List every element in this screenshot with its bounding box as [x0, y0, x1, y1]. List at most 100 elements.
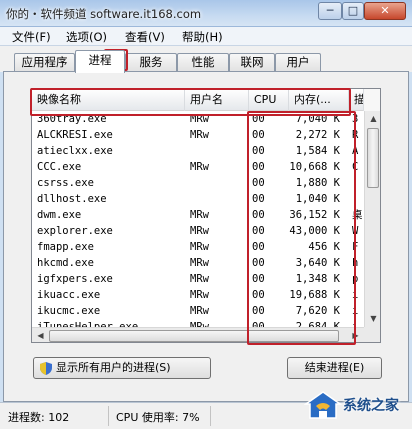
scroll-up-icon[interactable]: ▲ — [365, 111, 380, 127]
table-row[interactable]: atieclxx.exe 00 1,584 K A — [32, 143, 364, 159]
table-row[interactable]: igfxpers.exe MRw 00 1,348 K p — [32, 271, 364, 287]
tab-performance[interactable]: 性能 — [177, 53, 229, 72]
process-cpu: 00 — [252, 193, 265, 205]
process-name: igfxpers.exe — [37, 273, 113, 285]
process-name: ALCKRESI.exe — [37, 129, 113, 141]
process-memory: 19,688 K — [289, 289, 340, 301]
table-row[interactable]: explorer.exe MRw 00 43,000 K W — [32, 223, 364, 239]
table-row[interactable]: ALCKRESI.exe MRw 00 2,272 K R — [32, 127, 364, 143]
process-user: MRw — [190, 113, 209, 125]
tab-processes[interactable]: 进程 — [75, 50, 125, 73]
table-row[interactable]: ikucmc.exe MRw 00 7,620 K i — [32, 303, 364, 319]
process-memory: 43,000 K — [289, 225, 340, 237]
process-cpu: 00 — [252, 177, 265, 189]
menu-options[interactable]: 选项(O) — [66, 29, 107, 45]
process-user: MRw — [190, 241, 209, 253]
process-description: h — [352, 257, 359, 269]
process-memory: 7,040 K — [295, 113, 340, 125]
process-memory: 456 K — [308, 241, 340, 253]
menu-file[interactable]: 文件(F) — [12, 29, 51, 45]
vertical-scroll-thumb[interactable] — [367, 128, 379, 188]
tab-networking[interactable]: 联网 — [229, 53, 275, 72]
tab-applications[interactable]: 应用程序 — [14, 53, 75, 72]
table-row[interactable]: ikuacc.exe MRw 00 19,688 K i — [32, 287, 364, 303]
process-cpu: 00 — [252, 129, 265, 141]
process-memory: 1,348 K — [295, 273, 340, 285]
column-user-name[interactable]: 用户名 — [185, 89, 249, 111]
window-title: 你的・软件频道 software.it168.com — [6, 7, 202, 21]
process-memory: 36,152 K — [289, 209, 340, 221]
table-row[interactable]: fmapp.exe MRw 00 456 K F — [32, 239, 364, 255]
process-memory: 1,880 K — [295, 177, 340, 189]
process-name: ikucmc.exe — [37, 305, 101, 317]
watermark-text: 系统之家 — [343, 398, 399, 414]
process-name: dllhost.exe — [37, 193, 107, 205]
table-row[interactable]: dllhost.exe 00 1,040 K — [32, 191, 364, 207]
column-description[interactable]: 描 — [349, 89, 364, 111]
process-cpu: 00 — [252, 305, 265, 317]
table-row[interactable]: csrss.exe 00 1,880 K — [32, 175, 364, 191]
process-description: i — [352, 321, 359, 327]
process-name: atieclxx.exe — [37, 145, 113, 157]
tab-users[interactable]: 用户 — [275, 53, 321, 72]
column-cpu[interactable]: CPU — [249, 89, 289, 111]
process-user: MRw — [190, 321, 209, 327]
tab-services[interactable]: 服务 — [125, 53, 177, 72]
menu-view[interactable]: 查看(V) — [125, 29, 165, 45]
process-name: explorer.exe — [37, 225, 113, 237]
process-name: hkcmd.exe — [37, 257, 94, 269]
process-name: csrss.exe — [37, 177, 94, 189]
status-separator — [210, 406, 211, 426]
list-header: 映像名称 用户名 CPU 内存(... 描 — [32, 89, 364, 111]
show-all-processes-button[interactable]: 显示所有用户的进程(S) — [33, 357, 211, 379]
process-cpu: 00 — [252, 273, 265, 285]
process-memory: 1,584 K — [295, 145, 340, 157]
process-user: MRw — [190, 225, 209, 237]
process-cpu: 00 — [252, 257, 265, 269]
process-description: R — [352, 129, 359, 141]
minimize-button[interactable]: ─ — [318, 2, 342, 20]
process-description: p — [352, 273, 359, 285]
process-cpu: 00 — [252, 321, 265, 327]
table-row[interactable]: dwm.exe MRw 00 36,152 K 桌 — [32, 207, 364, 223]
process-name: dwm.exe — [37, 209, 82, 221]
cpu-usage: CPU 使用率: 7% — [116, 411, 200, 424]
process-list[interactable]: 映像名称 用户名 CPU 内存(... 描 360tray.exe MRw 00… — [31, 88, 381, 343]
process-name: 360tray.exe — [37, 113, 107, 125]
close-button[interactable]: ✕ — [364, 2, 406, 20]
process-user: MRw — [190, 273, 209, 285]
process-memory: 1,040 K — [295, 193, 340, 205]
shield-icon — [40, 362, 52, 375]
house-logo-icon — [304, 391, 342, 419]
scroll-right-icon[interactable]: ▶ — [347, 328, 364, 342]
process-user: MRw — [190, 257, 209, 269]
process-memory: 3,640 K — [295, 257, 340, 269]
process-cpu: 00 — [252, 241, 265, 253]
process-user: MRw — [190, 305, 209, 317]
maximize-button[interactable]: □ — [342, 2, 364, 20]
header-spacer — [364, 89, 380, 111]
process-description: i — [352, 289, 359, 301]
horizontal-scroll-thumb[interactable] — [49, 330, 339, 342]
table-row[interactable]: CCC.exe MRw 00 10,668 K C — [32, 159, 364, 175]
table-row[interactable]: hkcmd.exe MRw 00 3,640 K h — [32, 255, 364, 271]
process-description: F — [352, 241, 359, 253]
process-cpu: 00 — [252, 289, 265, 301]
table-row[interactable]: iTunesHelper.exe MRw 00 2,684 K i — [32, 319, 364, 327]
process-description: A — [352, 145, 359, 157]
vertical-scrollbar[interactable]: ▲ ▼ — [364, 111, 380, 327]
table-row[interactable]: 360tray.exe MRw 00 7,040 K 3 — [32, 111, 364, 127]
show-all-processes-label: 显示所有用户的进程(S) — [56, 361, 171, 374]
column-memory[interactable]: 内存(... — [289, 89, 349, 111]
status-separator — [108, 406, 109, 426]
process-description: i — [352, 305, 359, 317]
column-image-name[interactable]: 映像名称 — [32, 89, 185, 111]
process-cpu: 00 — [252, 145, 265, 157]
scroll-down-icon[interactable]: ▼ — [365, 311, 380, 327]
horizontal-scrollbar[interactable]: ◀ ▶ — [32, 327, 364, 342]
scroll-corner — [364, 327, 380, 342]
process-description: 3 — [352, 113, 359, 125]
menu-help[interactable]: 帮助(H) — [182, 29, 223, 45]
scroll-left-icon[interactable]: ◀ — [32, 328, 49, 342]
process-memory: 2,684 K — [295, 321, 340, 327]
